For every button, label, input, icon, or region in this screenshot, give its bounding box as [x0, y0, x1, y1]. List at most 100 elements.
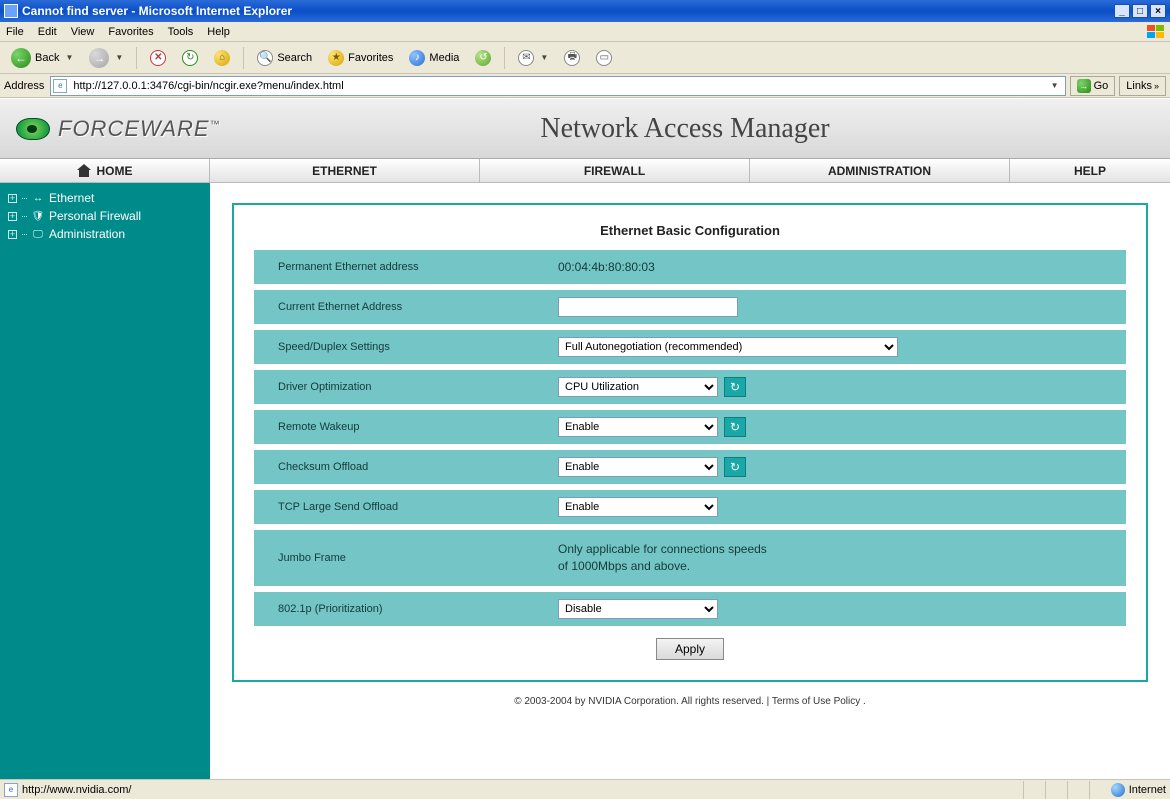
mail-button[interactable]: ✉ ▼ — [513, 47, 553, 69]
address-input[interactable] — [71, 79, 1046, 93]
forward-button[interactable]: → ▼ — [84, 45, 128, 71]
menu-tools[interactable]: Tools — [168, 26, 194, 38]
prioritization-select[interactable]: Disable — [558, 599, 718, 619]
speed-duplex-select[interactable]: Full Autonegotiation (recommended) — [558, 337, 898, 357]
tree-expand-icon[interactable]: + — [8, 194, 17, 203]
tab-firewall[interactable]: FIREWALL — [480, 159, 750, 182]
media-label: Media — [429, 52, 459, 64]
remote-wakeup-select[interactable]: Enable — [558, 417, 718, 437]
back-arrow-icon: ← — [11, 48, 31, 68]
row-8021p: 802.1p (Prioritization) Disable — [254, 592, 1126, 626]
menubar: File Edit View Favorites Tools Help — [0, 22, 1170, 42]
menu-edit[interactable]: Edit — [38, 26, 57, 38]
address-dropdown-icon[interactable]: ▼ — [1047, 81, 1063, 90]
address-label: Address — [4, 80, 44, 92]
menu-view[interactable]: View — [71, 26, 95, 38]
driver-optimization-select[interactable]: CPU Utilization — [558, 377, 718, 397]
home-button[interactable]: ⌂ — [209, 47, 235, 69]
reset-icon: ↻ — [730, 420, 740, 434]
tab-firewall-label: FIREWALL — [584, 164, 645, 178]
shield-icon: 🛡 — [31, 210, 45, 222]
maximize-button[interactable]: □ — [1132, 4, 1148, 18]
search-icon: 🔍 — [257, 50, 273, 66]
back-button[interactable]: ← Back ▼ — [6, 45, 78, 71]
tree-connector-icon: ··· — [21, 229, 27, 239]
chevron-down-icon: ▼ — [115, 53, 123, 62]
print-button[interactable]: 🖶 — [559, 47, 585, 69]
status-bar: e http://www.nvidia.com/ Internet — [0, 779, 1170, 799]
history-button[interactable]: ↺ — [470, 47, 496, 69]
tab-home-label: HOME — [97, 164, 133, 178]
chevron-down-icon: ▼ — [65, 53, 73, 62]
chevron-right-icon: » — [1154, 81, 1159, 91]
brand-logo: FORCEWARE™ — [16, 116, 336, 142]
menu-file[interactable]: File — [6, 26, 24, 38]
edit-button[interactable]: ▭ — [591, 47, 617, 69]
sidebar-item-ethernet[interactable]: + ··· ↔ Ethernet — [8, 189, 202, 207]
stop-button[interactable]: ✕ — [145, 47, 171, 69]
reset-button[interactable]: ↻ — [724, 417, 746, 437]
page-icon: e — [53, 79, 67, 93]
tab-ethernet[interactable]: ETHERNET — [210, 159, 480, 182]
current-address-input[interactable] — [558, 297, 738, 317]
apply-button[interactable]: Apply — [656, 638, 724, 660]
checksum-offload-select[interactable]: Enable — [558, 457, 718, 477]
row-tcp-large-send: TCP Large Send Offload Enable — [254, 490, 1126, 524]
history-icon: ↺ — [475, 50, 491, 66]
tree-expand-icon[interactable]: + — [8, 212, 17, 221]
tree-connector-icon: ··· — [21, 211, 27, 221]
tab-administration[interactable]: ADMINISTRATION — [750, 159, 1010, 182]
sidebar-item-firewall[interactable]: + ··· 🛡 Personal Firewall — [8, 207, 202, 225]
sidebar-item-label: Ethernet — [49, 191, 94, 205]
terms-link[interactable]: Terms of Use Policy — [772, 696, 860, 707]
refresh-icon: ↻ — [182, 50, 198, 66]
home-icon — [77, 165, 91, 177]
edit-icon: ▭ — [596, 50, 612, 66]
search-button[interactable]: 🔍 Search — [252, 47, 317, 69]
media-icon: ♪ — [409, 50, 425, 66]
go-button[interactable]: → Go — [1070, 76, 1116, 96]
address-input-wrap[interactable]: e ▼ — [50, 76, 1065, 96]
chevron-down-icon: ▼ — [540, 53, 548, 62]
tab-home[interactable]: HOME — [0, 159, 210, 182]
print-icon: 🖶 — [564, 50, 580, 66]
tcp-lso-select[interactable]: Enable — [558, 497, 718, 517]
tree-expand-icon[interactable]: + — [8, 230, 17, 239]
tab-ethernet-label: ETHERNET — [312, 164, 377, 178]
favorites-button[interactable]: ★ Favorites — [323, 47, 398, 69]
media-button[interactable]: ♪ Media — [404, 47, 464, 69]
minimize-button[interactable]: _ — [1114, 4, 1130, 18]
toolbar: ← Back ▼ → ▼ ✕ ↻ ⌂ 🔍 Search ★ Favorites … — [0, 42, 1170, 74]
address-bar: Address e ▼ → Go Links » — [0, 74, 1170, 98]
reset-icon: ↻ — [730, 460, 740, 474]
jumbo-frame-note: Only applicable for connections speeds o… — [558, 541, 778, 575]
toolbar-separator — [504, 47, 505, 69]
field-label: Permanent Ethernet address — [254, 261, 554, 273]
row-remote-wakeup: Remote Wakeup Enable ↻ — [254, 410, 1126, 444]
field-label: Driver Optimization — [254, 381, 554, 393]
sidebar-item-administration[interactable]: + ··· 🖵 Administration — [8, 225, 202, 243]
tab-help[interactable]: HELP — [1010, 159, 1170, 182]
permanent-address-value: 00:04:4b:80:80:03 — [558, 260, 655, 274]
links-label: Links — [1126, 80, 1152, 92]
sidebar-item-label: Personal Firewall — [49, 209, 141, 223]
nvidia-eye-icon — [16, 118, 50, 140]
close-button[interactable]: × — [1150, 4, 1166, 18]
reset-button[interactable]: ↻ — [724, 377, 746, 397]
page-footer: © 2003-2004 by NVIDIA Corporation. All r… — [232, 682, 1148, 711]
status-cell — [1089, 781, 1107, 799]
reset-button[interactable]: ↻ — [724, 457, 746, 477]
copyright-text: © 2003-2004 by NVIDIA Corporation. All r… — [514, 696, 772, 707]
brand-wordmark: FORCEWARE™ — [58, 116, 221, 142]
menu-favorites[interactable]: Favorites — [108, 26, 153, 38]
menu-help[interactable]: Help — [207, 26, 230, 38]
links-button[interactable]: Links » — [1119, 76, 1166, 96]
page-icon: e — [4, 783, 18, 797]
tab-help-label: HELP — [1074, 164, 1106, 178]
forward-arrow-icon: → — [89, 48, 109, 68]
go-label: Go — [1094, 80, 1109, 92]
refresh-button[interactable]: ↻ — [177, 47, 203, 69]
row-checksum-offload: Checksum Offload Enable ↻ — [254, 450, 1126, 484]
row-jumbo-frame: Jumbo Frame Only applicable for connecti… — [254, 530, 1126, 586]
star-icon: ★ — [328, 50, 344, 66]
